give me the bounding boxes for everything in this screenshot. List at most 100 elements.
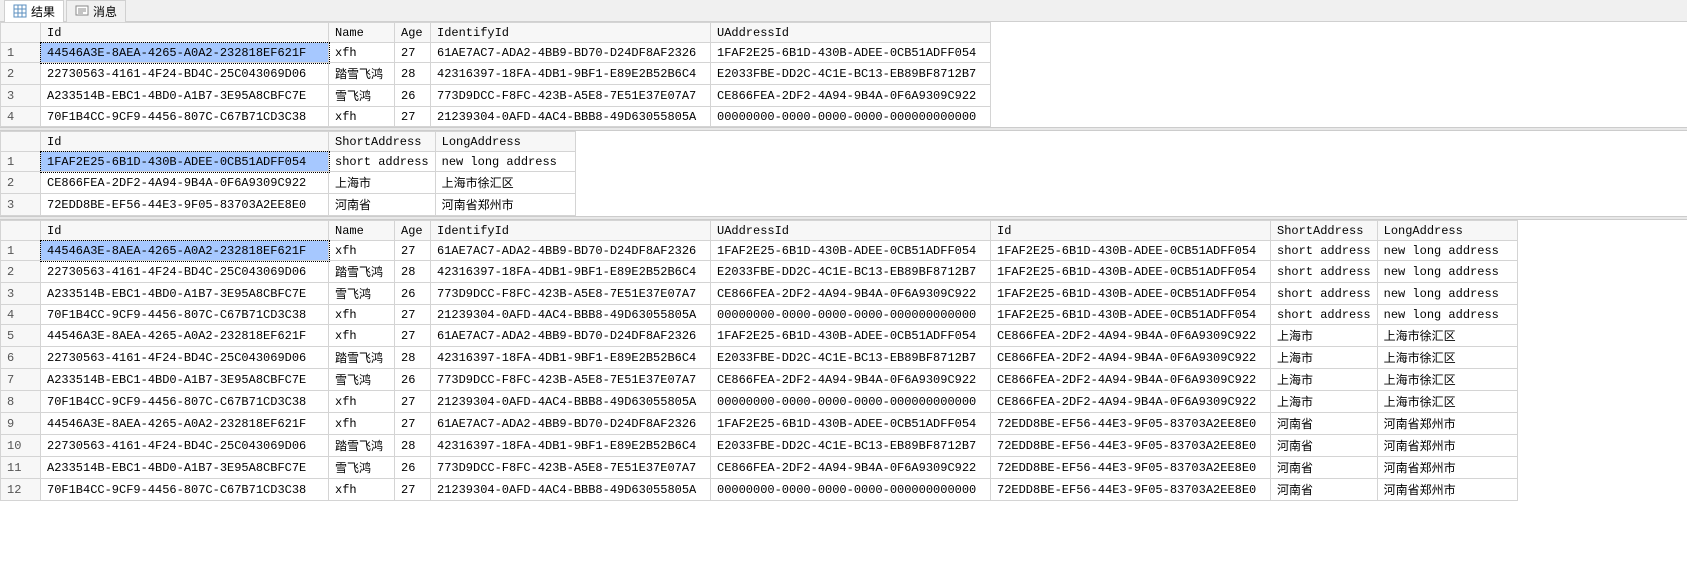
cell[interactable]: xfh — [329, 241, 395, 261]
cell[interactable]: E2033FBE-DD2C-4C1E-BC13-EB89BF8712B7 — [711, 261, 991, 283]
table-row[interactable]: 470F1B4CC-9CF9-4456-807C-C67B71CD3C38xfh… — [1, 107, 991, 127]
cell[interactable]: 1FAF2E25-6B1D-430B-ADEE-0CB51ADFF054 — [41, 152, 329, 172]
cell[interactable]: CE866FEA-2DF2-4A94-9B4A-0F6A9309C922 — [711, 85, 991, 107]
cell[interactable]: 27 — [395, 305, 431, 325]
row-number[interactable]: 1 — [1, 241, 41, 261]
cell[interactable]: E2033FBE-DD2C-4C1E-BC13-EB89BF8712B7 — [711, 435, 991, 457]
cell[interactable]: A233514B-EBC1-4BD0-A1B7-3E95A8CBFC7E — [41, 369, 329, 391]
row-number[interactable]: 8 — [1, 391, 41, 413]
cell[interactable]: 28 — [395, 261, 431, 283]
column-header[interactable]: Age — [395, 23, 431, 43]
table-row[interactable]: 470F1B4CC-9CF9-4456-807C-C67B71CD3C38xfh… — [1, 305, 1518, 325]
cell[interactable]: 雪飞鸿 — [329, 457, 395, 479]
cell[interactable]: 上海市 — [1271, 391, 1378, 413]
cell[interactable]: 00000000-0000-0000-0000-000000000000 — [711, 107, 991, 127]
cell[interactable]: 1FAF2E25-6B1D-430B-ADEE-0CB51ADFF054 — [991, 283, 1271, 305]
cell[interactable]: 72EDD8BE-EF56-44E3-9F05-83703A2EE8E0 — [41, 194, 329, 216]
row-number[interactable]: 5 — [1, 325, 41, 347]
cell[interactable]: new long address — [1377, 241, 1517, 261]
cell[interactable]: 河南省 — [1271, 413, 1378, 435]
cell[interactable]: 26 — [395, 369, 431, 391]
cell[interactable]: 踏雪飞鸿 — [329, 435, 395, 457]
cell[interactable]: 42316397-18FA-4DB1-9BF1-E89E2B52B6C4 — [431, 261, 711, 283]
row-number[interactable]: 7 — [1, 369, 41, 391]
cell[interactable]: 踏雪飞鸿 — [329, 347, 395, 369]
table-row[interactable]: 11FAF2E25-6B1D-430B-ADEE-0CB51ADFF054sho… — [1, 152, 576, 172]
cell[interactable]: xfh — [329, 305, 395, 325]
row-number[interactable]: 2 — [1, 63, 41, 85]
row-number[interactable]: 6 — [1, 347, 41, 369]
cell[interactable]: 1FAF2E25-6B1D-430B-ADEE-0CB51ADFF054 — [711, 413, 991, 435]
cell[interactable]: 26 — [395, 457, 431, 479]
cell[interactable]: 70F1B4CC-9CF9-4456-807C-C67B71CD3C38 — [41, 479, 329, 501]
column-header[interactable]: IdentifyId — [431, 221, 711, 241]
table-row[interactable]: 3A233514B-EBC1-4BD0-A1B7-3E95A8CBFC7E雪飞鸿… — [1, 85, 991, 107]
cell[interactable]: 27 — [395, 43, 431, 63]
cell[interactable]: 21239304-0AFD-4AC4-BBB8-49D63055805A — [431, 391, 711, 413]
cell[interactable]: 1FAF2E25-6B1D-430B-ADEE-0CB51ADFF054 — [991, 305, 1271, 325]
table-row[interactable]: 222730563-4161-4F24-BD4C-25C043069D06踏雪飞… — [1, 63, 991, 85]
row-number[interactable]: 4 — [1, 107, 41, 127]
cell[interactable]: 27 — [395, 325, 431, 347]
cell[interactable]: 72EDD8BE-EF56-44E3-9F05-83703A2EE8E0 — [991, 435, 1271, 457]
table-row[interactable]: 622730563-4161-4F24-BD4C-25C043069D06踏雪飞… — [1, 347, 1518, 369]
cell[interactable]: A233514B-EBC1-4BD0-A1B7-3E95A8CBFC7E — [41, 457, 329, 479]
cell[interactable]: 踏雪飞鸿 — [329, 63, 395, 85]
results-table-3[interactable]: IdNameAgeIdentifyIdUAddressIdIdShortAddr… — [0, 220, 1518, 501]
cell[interactable]: CE866FEA-2DF2-4A94-9B4A-0F6A9309C922 — [711, 457, 991, 479]
column-header[interactable]: Id — [41, 23, 329, 43]
table-row[interactable]: 870F1B4CC-9CF9-4456-807C-C67B71CD3C38xfh… — [1, 391, 1518, 413]
row-number[interactable]: 2 — [1, 261, 41, 283]
cell[interactable]: 河南省郑州市 — [435, 194, 575, 216]
column-header[interactable]: Id — [41, 132, 329, 152]
cell[interactable]: 1FAF2E25-6B1D-430B-ADEE-0CB51ADFF054 — [991, 241, 1271, 261]
cell[interactable]: 28 — [395, 435, 431, 457]
column-header[interactable]: UAddressId — [711, 221, 991, 241]
cell[interactable]: 踏雪飞鸿 — [329, 261, 395, 283]
cell[interactable]: 1FAF2E25-6B1D-430B-ADEE-0CB51ADFF054 — [991, 261, 1271, 283]
cell[interactable]: xfh — [329, 43, 395, 63]
column-header[interactable]: Name — [329, 23, 395, 43]
cell[interactable]: 44546A3E-8AEA-4265-A0A2-232818EF621F — [41, 241, 329, 261]
cell[interactable]: 00000000-0000-0000-0000-000000000000 — [711, 479, 991, 501]
cell[interactable]: E2033FBE-DD2C-4C1E-BC13-EB89BF8712B7 — [711, 347, 991, 369]
cell[interactable]: 27 — [395, 413, 431, 435]
cell[interactable]: 上海市徐汇区 — [435, 172, 575, 194]
row-number[interactable]: 11 — [1, 457, 41, 479]
cell[interactable]: new long address — [1377, 261, 1517, 283]
column-header[interactable]: ShortAddress — [1271, 221, 1378, 241]
cell[interactable]: xfh — [329, 413, 395, 435]
cell[interactable]: 42316397-18FA-4DB1-9BF1-E89E2B52B6C4 — [431, 347, 711, 369]
row-number[interactable]: 1 — [1, 43, 41, 63]
cell[interactable]: 河南省 — [1271, 479, 1378, 501]
cell[interactable]: 上海市徐汇区 — [1377, 325, 1517, 347]
cell[interactable]: 773D9DCC-F8FC-423B-A5E8-7E51E37E07A7 — [431, 283, 711, 305]
cell[interactable]: 22730563-4161-4F24-BD4C-25C043069D06 — [41, 435, 329, 457]
column-header[interactable]: Name — [329, 221, 395, 241]
cell[interactable]: 44546A3E-8AEA-4265-A0A2-232818EF621F — [41, 43, 329, 63]
cell[interactable]: 773D9DCC-F8FC-423B-A5E8-7E51E37E07A7 — [431, 85, 711, 107]
row-number[interactable]: 2 — [1, 172, 41, 194]
cell[interactable]: xfh — [329, 107, 395, 127]
table-row[interactable]: 944546A3E-8AEA-4265-A0A2-232818EF621Fxfh… — [1, 413, 1518, 435]
row-number[interactable]: 9 — [1, 413, 41, 435]
results-table-2[interactable]: IdShortAddressLongAddress11FAF2E25-6B1D-… — [0, 131, 576, 216]
table-row[interactable]: 11A233514B-EBC1-4BD0-A1B7-3E95A8CBFC7E雪飞… — [1, 457, 1518, 479]
cell[interactable]: CE866FEA-2DF2-4A94-9B4A-0F6A9309C922 — [711, 283, 991, 305]
cell[interactable]: 72EDD8BE-EF56-44E3-9F05-83703A2EE8E0 — [991, 413, 1271, 435]
cell[interactable]: 上海市徐汇区 — [1377, 391, 1517, 413]
cell[interactable]: 1FAF2E25-6B1D-430B-ADEE-0CB51ADFF054 — [711, 325, 991, 347]
table-row[interactable]: 144546A3E-8AEA-4265-A0A2-232818EF621Fxfh… — [1, 43, 991, 63]
cell[interactable]: 上海市徐汇区 — [1377, 347, 1517, 369]
cell[interactable]: 河南省郑州市 — [1377, 457, 1517, 479]
cell[interactable]: short address — [1271, 261, 1378, 283]
table-row[interactable]: 544546A3E-8AEA-4265-A0A2-232818EF621Fxfh… — [1, 325, 1518, 347]
table-row[interactable]: 144546A3E-8AEA-4265-A0A2-232818EF621Fxfh… — [1, 241, 1518, 261]
cell[interactable]: A233514B-EBC1-4BD0-A1B7-3E95A8CBFC7E — [41, 283, 329, 305]
row-number[interactable]: 3 — [1, 283, 41, 305]
cell[interactable]: 61AE7AC7-ADA2-4BB9-BD70-D24DF8AF2326 — [431, 413, 711, 435]
cell[interactable]: 61AE7AC7-ADA2-4BB9-BD70-D24DF8AF2326 — [431, 241, 711, 261]
cell[interactable]: 27 — [395, 241, 431, 261]
cell[interactable]: 773D9DCC-F8FC-423B-A5E8-7E51E37E07A7 — [431, 369, 711, 391]
cell[interactable]: 72EDD8BE-EF56-44E3-9F05-83703A2EE8E0 — [991, 457, 1271, 479]
